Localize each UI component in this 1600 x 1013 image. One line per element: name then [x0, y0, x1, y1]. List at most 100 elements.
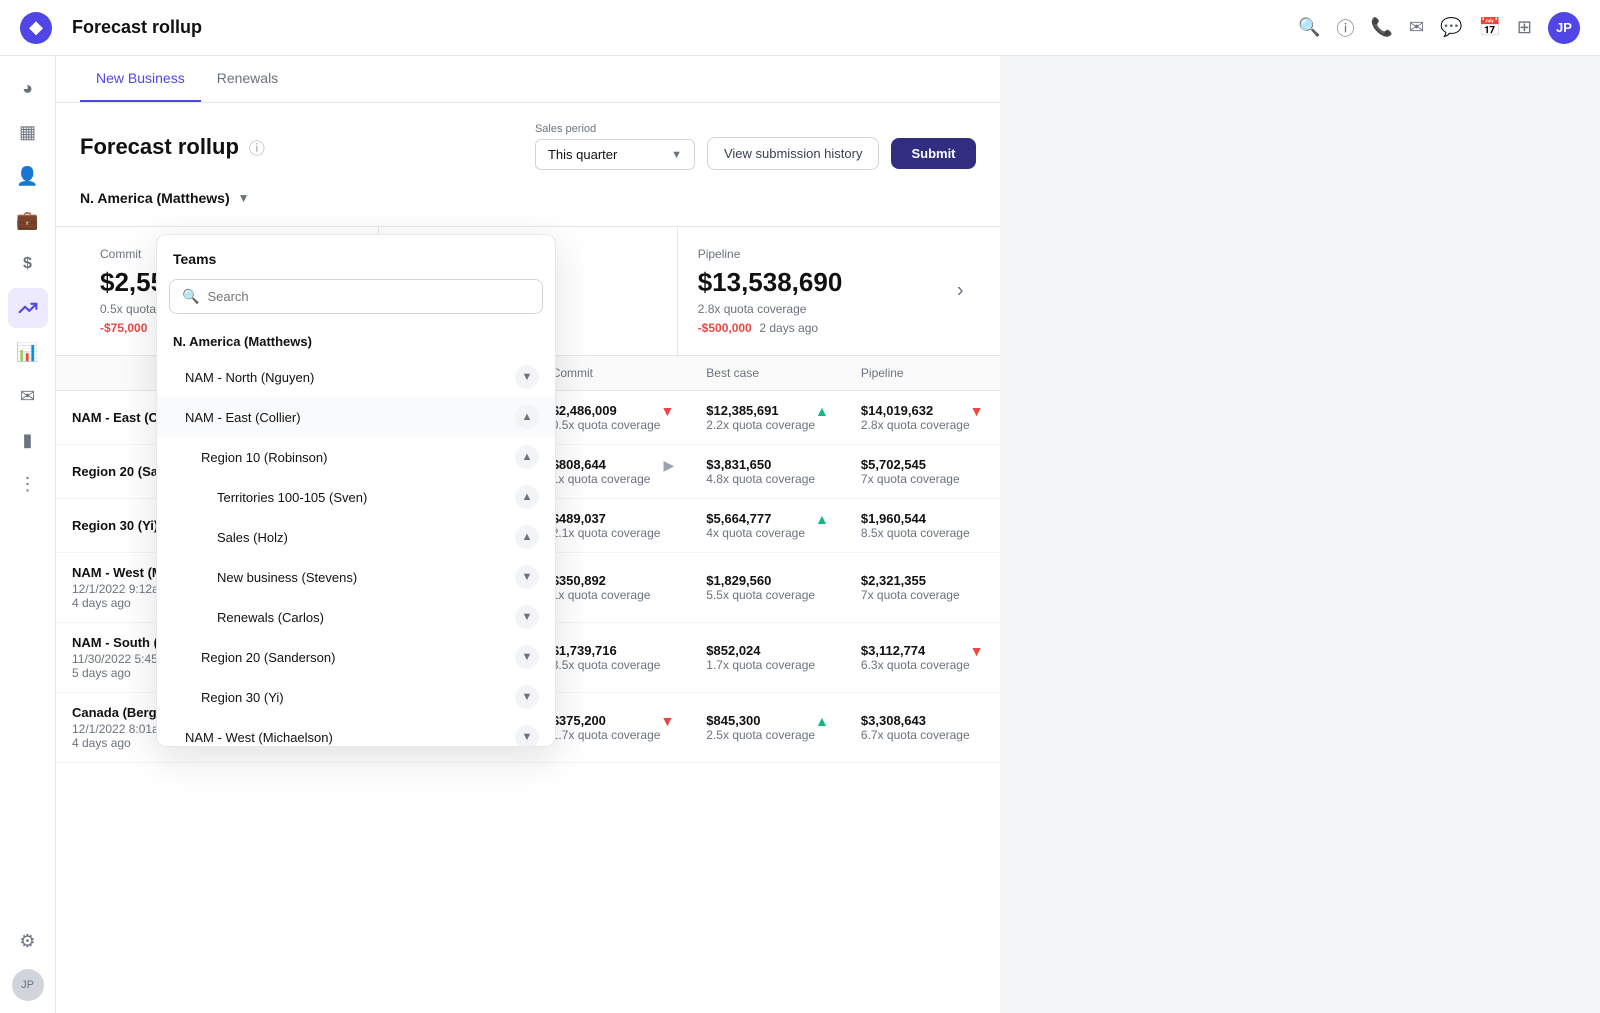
sidebar-item-apps[interactable]: ⋮	[8, 464, 48, 504]
chevron-down-btn[interactable]: ▼	[515, 645, 539, 669]
chevron-down-btn[interactable]: ▼	[515, 685, 539, 709]
commit-value: $489,037	[552, 511, 675, 526]
sidebar-item-send[interactable]: ✉	[8, 376, 48, 416]
commit-value: $808,644	[552, 457, 651, 472]
dropdown-search-input[interactable]	[207, 289, 530, 304]
sales-period-select[interactable]: This quarter ▼	[535, 139, 695, 170]
chevron-up-btn[interactable]: ▲	[515, 485, 539, 509]
dropdown-item-label: N. America (Matthews)	[173, 334, 312, 349]
pipeline-sub: 8.5x quota coverage	[861, 526, 984, 540]
team-selector-bar: N. America (Matthews) ▼	[56, 178, 1000, 226]
sales-period-label: Sales period	[535, 123, 695, 135]
app-logo[interactable]: ◆	[20, 12, 52, 44]
best-case-value: $1,829,560	[706, 573, 829, 588]
topbar-avatar[interactable]: JP	[1548, 12, 1580, 44]
pipeline-cell: $3,308,643 6.7x quota coverage	[845, 693, 1000, 763]
team-selector-label: N. America (Matthews)	[80, 190, 230, 206]
sidebar-user-avatar[interactable]: JP	[12, 969, 44, 1001]
sidebar-item-users[interactable]: 👤	[8, 156, 48, 196]
dropdown-item-label: New business (Stevens)	[217, 570, 357, 585]
topbar: ◆ Forecast rollup 🔍 ⓘ 📞 ✉ 💬 📅 ⊞ JP	[0, 0, 1600, 56]
dropdown-item-matthews[interactable]: N. America (Matthews)	[157, 326, 555, 357]
page-header-right: Sales period This quarter ▼ View submiss…	[535, 123, 976, 170]
chevron-down-btn[interactable]: ▼	[515, 725, 539, 746]
dropdown-item-holz[interactable]: Sales (Holz) ▲	[157, 517, 555, 557]
mail-icon[interactable]: ✉	[1409, 17, 1424, 38]
topbar-icons: 🔍 ⓘ 📞 ✉ 💬 📅 ⊞ JP	[1298, 12, 1580, 44]
best-case-cell: $5,664,777 4x quota coverage ▲	[690, 499, 845, 553]
dropdown-item-label: Sales (Holz)	[217, 530, 288, 545]
chevron-down-btn[interactable]: ▼	[515, 605, 539, 629]
pipeline-sub: 2.8x quota coverage	[698, 302, 956, 316]
submit-button[interactable]: Submit	[891, 138, 975, 169]
commit-cell: $808,644 1x quota coverage ▶	[536, 445, 691, 499]
calendar-icon[interactable]: 📅	[1478, 17, 1500, 38]
app-title: Forecast rollup	[72, 17, 1286, 38]
commit-value: $350,892	[552, 573, 675, 588]
view-history-button[interactable]: View submission history	[707, 137, 879, 170]
commit-cell: $489,037 2.1x quota coverage	[536, 499, 691, 553]
team-selector-button[interactable]: N. America (Matthews) ▼	[80, 182, 250, 214]
dropdown-item-sanderson[interactable]: Region 20 (Sanderson) ▼	[157, 637, 555, 677]
dropdown-item-label: NAM - East (Collier)	[185, 410, 301, 425]
commit-value: $1,739,716	[552, 643, 675, 658]
search-icon[interactable]: 🔍	[1298, 17, 1320, 38]
dropdown-item-sven[interactable]: Territories 100-105 (Sven) ▲	[157, 477, 555, 517]
best-case-trend-icon: ▲	[815, 511, 829, 527]
sidebar-settings[interactable]: ⚙	[8, 921, 48, 961]
th-pipeline: Pipeline	[845, 356, 1000, 391]
best-case-value: $12,385,691	[706, 403, 815, 418]
page-title: Forecast rollup	[80, 134, 239, 160]
best-case-trend-icon: ▲	[815, 713, 829, 729]
pipeline-value: $14,019,632	[861, 403, 970, 418]
chevron-up-btn[interactable]: ▲	[515, 525, 539, 549]
next-arrow[interactable]: ›	[957, 280, 964, 303]
dropdown-item-label: Renewals (Carlos)	[217, 610, 324, 625]
commit-sub: 3.5x quota coverage	[552, 658, 675, 672]
sidebar-item-briefcase[interactable]: 💼	[8, 200, 48, 240]
pipeline-trend-icon: ▼	[970, 643, 984, 659]
dropdown-item-stevens[interactable]: New business (Stevens) ▼	[157, 557, 555, 597]
sidebar-item-bar-chart[interactable]: ▮	[8, 420, 48, 460]
th-best-case: Best case	[690, 356, 845, 391]
grid-icon[interactable]: ⊞	[1517, 17, 1532, 38]
tab-new-business[interactable]: New Business	[80, 56, 201, 102]
info-icon[interactable]: ⓘ	[249, 135, 265, 159]
pipeline-sub: 7x quota coverage	[861, 472, 984, 486]
dropdown-item-yi[interactable]: Region 30 (Yi) ▼	[157, 677, 555, 717]
sidebar-item-grid[interactable]: ▦	[8, 112, 48, 152]
best-case-value: $5,664,777	[706, 511, 805, 526]
main-content: New Business Renewals Forecast rollup ⓘ …	[56, 56, 1000, 1013]
sidebar-item-dollar[interactable]: $	[8, 244, 48, 284]
dropdown-item-robinson[interactable]: Region 10 (Robinson) ▲	[157, 437, 555, 477]
chevron-down-btn[interactable]: ▼	[515, 365, 539, 389]
tab-renewals[interactable]: Renewals	[201, 56, 294, 102]
page-header-left: Forecast rollup ⓘ	[80, 134, 265, 160]
best-case-sub: 2.5x quota coverage	[706, 728, 815, 742]
commit-trend-icon: ▼	[660, 713, 674, 729]
chevron-up-btn[interactable]: ▲	[515, 445, 539, 469]
pipeline-value: $1,960,544	[861, 511, 984, 526]
sidebar-item-trend[interactable]	[8, 288, 48, 328]
dropdown-item-collier[interactable]: NAM - East (Collier) ▲	[157, 397, 555, 437]
phone-icon[interactable]: 📞	[1371, 17, 1393, 38]
dropdown-list: N. America (Matthews) NAM - North (Nguye…	[157, 326, 555, 746]
pipeline-change: -$500,000 2 days ago	[698, 320, 956, 335]
th-commit: Commit	[536, 356, 691, 391]
best-case-trend-icon: ▲	[815, 403, 829, 419]
sales-period-wrapper: Sales period This quarter ▼	[535, 123, 695, 170]
chevron-up-btn[interactable]: ▲	[515, 405, 539, 429]
best-case-sub: 1.7x quota coverage	[706, 658, 829, 672]
help-icon[interactable]: ⓘ	[1337, 15, 1355, 41]
chat-icon[interactable]: 💬	[1440, 17, 1462, 38]
best-case-sub: 2.2x quota coverage	[706, 418, 815, 432]
dropdown-item-carlos[interactable]: Renewals (Carlos) ▼	[157, 597, 555, 637]
pipeline-sub: 2.8x quota coverage	[861, 418, 970, 432]
pipeline-sub: 6.7x quota coverage	[861, 728, 984, 742]
sidebar-item-analytics[interactable]: ◕	[8, 68, 48, 108]
sidebar-item-chart[interactable]: 📊	[8, 332, 48, 372]
dropdown-item-michaelson[interactable]: NAM - West (Michaelson) ▼	[157, 717, 555, 746]
chevron-down-btn[interactable]: ▼	[515, 565, 539, 589]
dropdown-item-nguyen[interactable]: NAM - North (Nguyen) ▼	[157, 357, 555, 397]
commit-value: $2,486,009	[552, 403, 661, 418]
